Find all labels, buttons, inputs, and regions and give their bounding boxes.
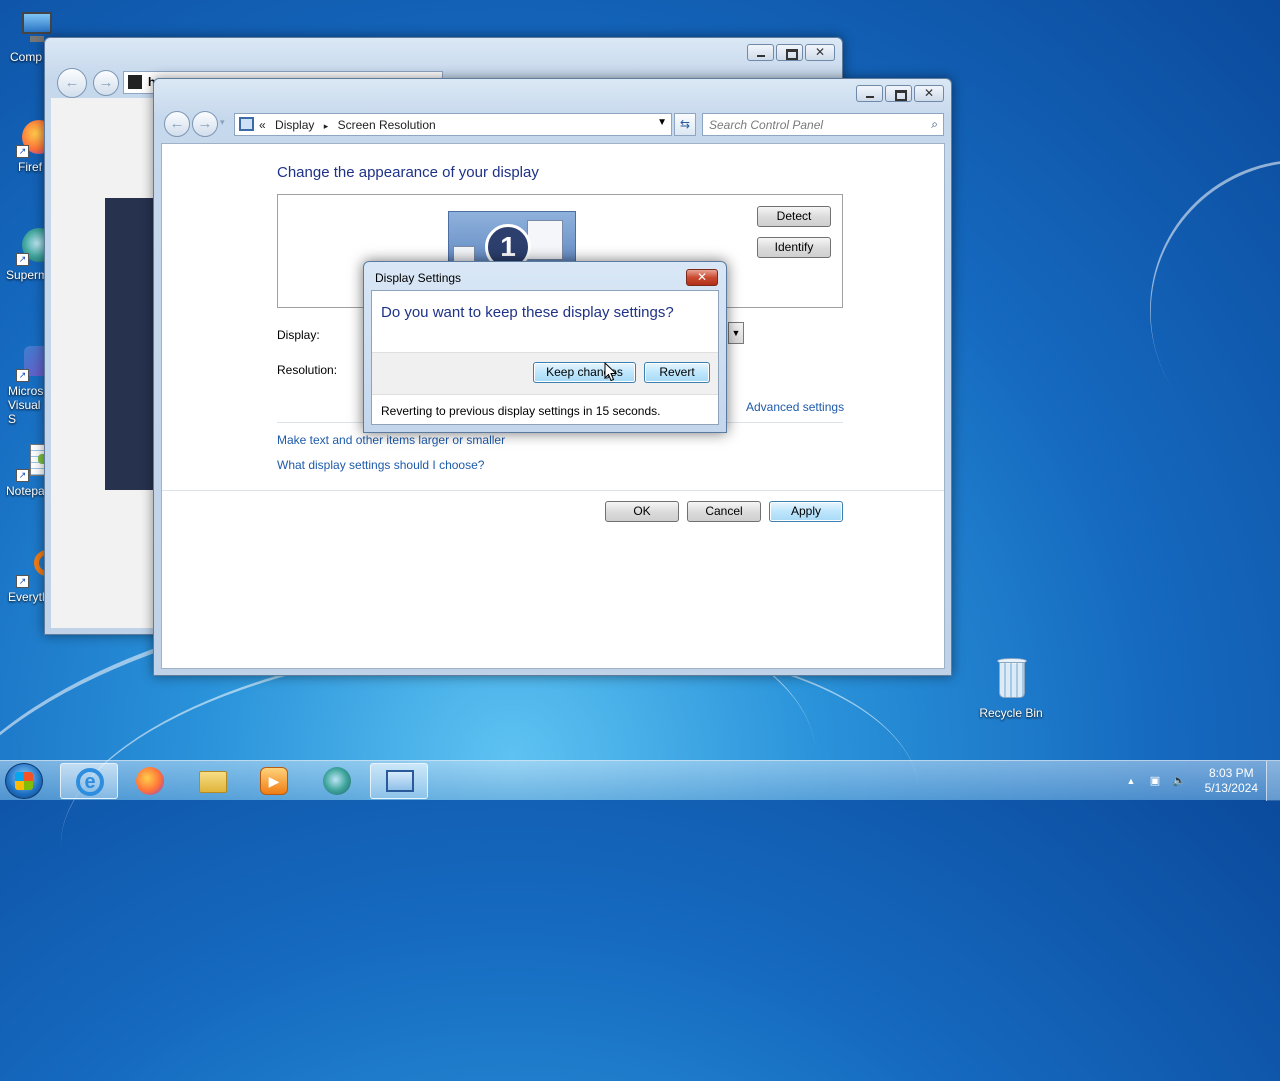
breadcrumb: « Display ▸ Screen Resolution	[259, 118, 436, 132]
close-button[interactable]	[914, 85, 944, 102]
supermium-icon	[323, 767, 351, 795]
maximize-button[interactable]	[885, 85, 912, 102]
desktop-icon-recycle-bin[interactable]: Recycle Bin	[975, 654, 1047, 720]
display-settings-help-link[interactable]: What display settings should I choose?	[277, 458, 484, 472]
ok-button[interactable]: OK	[605, 501, 679, 522]
shortcut-arrow-icon: ↗	[16, 469, 29, 482]
divider	[162, 490, 944, 491]
navigation-bar: ← → ▾ « Display ▸ Screen Resolution ▼ ⇆ …	[162, 111, 944, 137]
site-icon	[128, 75, 142, 89]
advanced-settings-link[interactable]: Advanced settings	[746, 400, 844, 414]
show-desktop-button[interactable]	[1266, 761, 1280, 801]
forward-button[interactable]: →	[93, 70, 119, 96]
internet-explorer-icon: e	[76, 768, 104, 796]
shortcut-arrow-icon: ↗	[16, 575, 29, 588]
dialog-question: Do you want to keep these display settin…	[381, 304, 674, 321]
apply-button[interactable]: Apply	[769, 501, 843, 522]
monitor-window-graphic	[527, 220, 563, 260]
back-button[interactable]: ←	[57, 68, 87, 98]
identify-button[interactable]: Identify	[757, 237, 831, 258]
taskbar-internet-explorer[interactable]: e	[60, 763, 118, 799]
maximize-button[interactable]	[776, 44, 803, 61]
search-icon: ⌕	[931, 117, 938, 131]
taskbar-file-explorer[interactable]	[184, 763, 242, 799]
control-panel-icon	[239, 117, 254, 131]
display-label: Display:	[277, 328, 320, 342]
network-icon[interactable]: ▣	[1148, 774, 1162, 788]
dialog-close-button[interactable]	[686, 269, 718, 286]
breadcrumb-item-display[interactable]: Display	[275, 118, 314, 132]
taskbar-media-player[interactable]: ▶	[245, 763, 303, 799]
dialog-button-bar: Keep changes Revert	[372, 352, 718, 395]
window-caption-buttons	[854, 85, 944, 102]
taskbar: e ▶ ▲ ▣ 🔈 8:03 PM 5/13/2024	[0, 760, 1280, 801]
back-button[interactable]: ←	[164, 111, 190, 137]
display-select[interactable]: ▼	[728, 322, 744, 344]
clock-time: 8:03 PM	[1208, 766, 1254, 780]
taskbar-supermium[interactable]	[308, 763, 366, 799]
window-caption-buttons	[745, 44, 835, 61]
show-hidden-icons-button[interactable]: ▲	[1124, 774, 1138, 788]
refresh-button[interactable]: ⇆	[674, 113, 696, 136]
wallpaper-swoosh	[1095, 105, 1280, 515]
browser-page-dark-panel	[105, 198, 159, 490]
shortcut-arrow-icon: ↗	[16, 145, 29, 158]
system-clock[interactable]: 8:03 PM 5/13/2024	[1205, 766, 1258, 796]
text-size-link[interactable]: Make text and other items larger or smal…	[277, 433, 505, 447]
dialog-body: Do you want to keep these display settin…	[371, 290, 719, 425]
display-settings-dialog[interactable]: Display Settings Do you want to keep the…	[363, 261, 727, 433]
recent-pages-dropdown[interactable]: ▾	[220, 117, 225, 128]
dialog-title: Display Settings	[375, 271, 462, 285]
breadcrumb-item-screen-resolution[interactable]: Screen Resolution	[338, 118, 436, 132]
close-button[interactable]	[805, 44, 835, 61]
revert-countdown-text: Reverting to previous display settings i…	[381, 404, 661, 418]
cancel-button[interactable]: Cancel	[687, 501, 761, 522]
minimize-button[interactable]	[747, 44, 774, 61]
mouse-cursor-icon	[604, 362, 618, 382]
page-title: Change the appearance of your display	[277, 164, 539, 181]
address-bar[interactable]: « Display ▸ Screen Resolution ▼	[234, 113, 672, 136]
detect-button[interactable]: Detect	[757, 206, 831, 227]
breadcrumb-separator[interactable]: ▸	[324, 121, 329, 131]
minimize-button[interactable]	[856, 85, 883, 102]
recycle-bin-icon	[989, 654, 1033, 704]
media-player-icon: ▶	[260, 767, 288, 795]
windows-logo-icon	[15, 772, 33, 790]
file-explorer-icon	[199, 771, 227, 793]
control-panel-icon	[386, 770, 414, 792]
shortcut-arrow-icon: ↗	[16, 253, 29, 266]
resolution-label: Resolution:	[277, 363, 338, 377]
forward-button[interactable]: →	[192, 111, 218, 137]
shortcut-arrow-icon: ↗	[16, 369, 29, 382]
clock-date: 5/13/2024	[1204, 781, 1258, 795]
start-button[interactable]	[5, 763, 43, 799]
search-input[interactable]: Search Control Panel ⌕	[702, 113, 944, 136]
volume-muted-icon[interactable]: 🔈	[1172, 774, 1186, 788]
keep-changes-button[interactable]: Keep changes	[533, 362, 636, 383]
chevron-down-icon[interactable]: ▼	[657, 117, 667, 128]
revert-button[interactable]: Revert	[644, 362, 710, 383]
firefox-icon	[136, 767, 164, 795]
taskbar-control-panel[interactable]	[370, 763, 428, 799]
taskbar-firefox[interactable]	[121, 763, 179, 799]
